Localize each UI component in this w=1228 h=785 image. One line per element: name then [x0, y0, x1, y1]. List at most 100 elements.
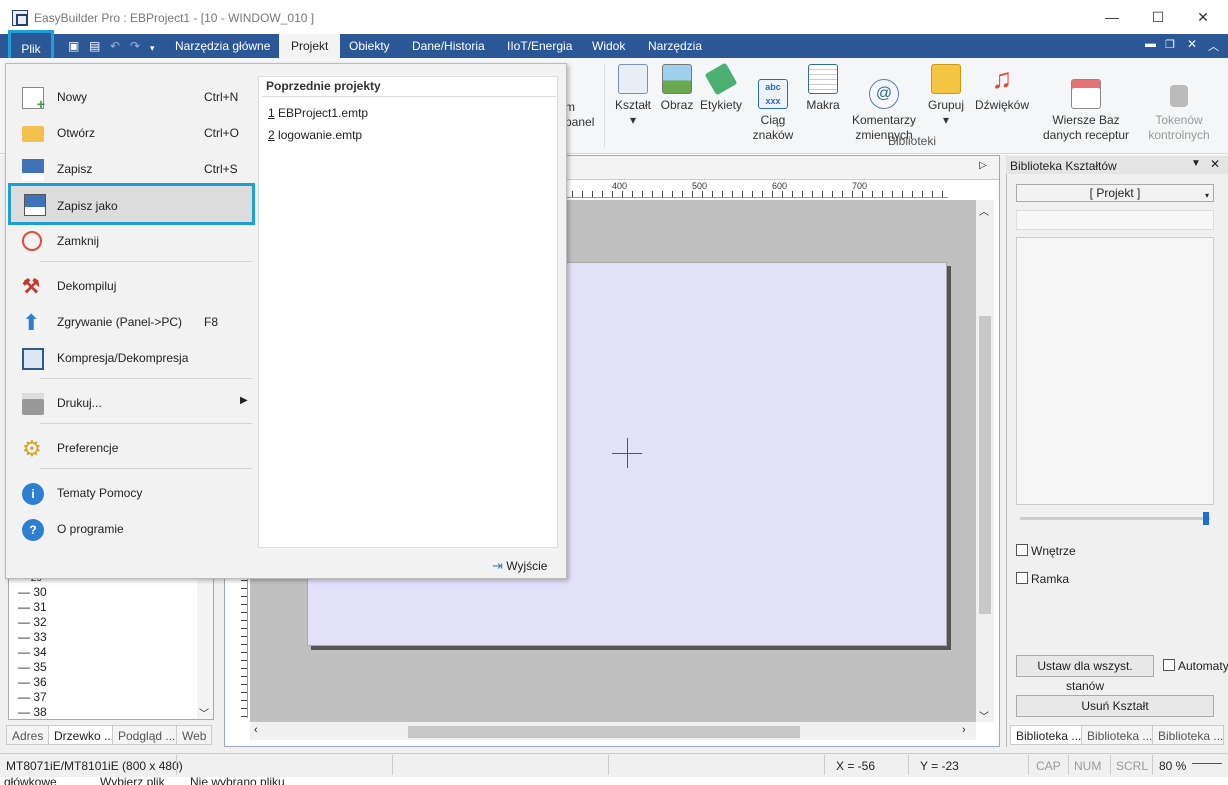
- menu-bar: Plik ▣ ▤ ↶ ↷ ▾ Narzędzia główne Projekt …: [0, 30, 1228, 62]
- scroll-right-icon[interactable]: ▷: [979, 160, 987, 171]
- menu-item-tematy-pomocy[interactable]: i Tematy Pomocy: [10, 476, 254, 510]
- menu-item-label: Zapisz jako: [57, 199, 118, 213]
- tree-scrollbar[interactable]: [197, 579, 213, 719]
- shape-list[interactable]: [1016, 237, 1214, 505]
- tab-widok[interactable]: Widok: [580, 34, 637, 58]
- menu-item-nowy[interactable]: + Nowy Ctrl+N: [10, 80, 254, 114]
- menu-item-drukuj[interactable]: Drukuj... ▶: [10, 386, 254, 420]
- menu-item-otworz[interactable]: Otwórz Ctrl+O: [10, 116, 254, 150]
- recent-project-item[interactable]: 1 EBProject1.emtp: [268, 106, 368, 120]
- slider-handle[interactable]: [1203, 512, 1209, 525]
- tree-row[interactable]: — 37: [18, 690, 47, 704]
- tab-obiekty[interactable]: Obiekty: [337, 34, 402, 58]
- tab-narzedzia-glowne[interactable]: Narzędzia główne: [163, 34, 282, 58]
- exit-button[interactable]: ⇥ Wyjście: [492, 558, 547, 574]
- ribbon-btn-ksztalt[interactable]: Kształt ▾: [612, 64, 654, 128]
- ribbon-btn-etykiety[interactable]: Etykiety: [700, 62, 742, 113]
- tree-row[interactable]: — 38: [18, 705, 47, 719]
- mdi-close-icon[interactable]: ✕: [1187, 37, 1197, 51]
- tab-biblioteka[interactable]: Biblioteka ...: [1081, 725, 1159, 745]
- menu-item-zgrywanie[interactable]: ⬆ Zgrywanie (Panel->PC) F8: [10, 305, 254, 339]
- printer-icon: [22, 393, 44, 415]
- remove-shape-button[interactable]: Usuń Kształt: [1016, 695, 1214, 717]
- tab-biblioteka[interactable]: Biblioteka ...: [1152, 725, 1224, 745]
- interior-checkbox[interactable]: [1016, 544, 1028, 556]
- recent-project-item[interactable]: 2 logowanie.emtp: [268, 128, 362, 142]
- minimize-button[interactable]: —: [1097, 6, 1127, 28]
- customize-toolbar-icon[interactable]: ▾: [150, 40, 155, 56]
- tree-row[interactable]: — 32: [18, 615, 47, 629]
- submenu-arrow-icon: ▶: [240, 395, 248, 406]
- tab-drzewko[interactable]: Drzewko ...: [48, 725, 121, 745]
- app-logo-icon: [12, 10, 28, 26]
- menu-item-shortcut: Ctrl+S: [204, 162, 238, 176]
- tree-row[interactable]: — 33: [18, 630, 47, 644]
- tab-web[interactable]: Web: [176, 725, 213, 745]
- panel-menu-icon[interactable]: ▼: [1191, 158, 1201, 169]
- tab-dane-historia[interactable]: Dane/Historia: [400, 34, 497, 58]
- redo-icon[interactable]: ↷: [130, 38, 140, 54]
- ribbon-label: Dźwięków: [974, 98, 1029, 112]
- tab-podglad[interactable]: Podgląd ...: [112, 725, 182, 745]
- tab-iiot-energia[interactable]: IIoT/Energia: [495, 34, 584, 58]
- menu-item-label: O programie: [57, 522, 124, 536]
- horizontal-scroll-thumb[interactable]: [408, 726, 800, 738]
- scroll-down-icon[interactable]: ﹀: [199, 705, 209, 720]
- ribbon-btn-obraz[interactable]: Obraz: [658, 64, 696, 113]
- ribbon-btn-grupuj[interactable]: Grupuj ▾: [926, 64, 966, 128]
- panel-close-icon[interactable]: ✕: [1210, 157, 1220, 171]
- menu-item-preferencje[interactable]: ⚙ Preferencje: [10, 431, 254, 465]
- mdi-restore-icon[interactable]: ❐: [1165, 38, 1175, 51]
- recent-divider: [262, 96, 556, 97]
- ribbon-collapse-icon[interactable]: ︿: [1208, 38, 1219, 54]
- ribbon-btn-wiersze-baz[interactable]: Wiersze Baz danych receptur: [1040, 64, 1132, 143]
- menu-item-label: Otwórz: [57, 126, 96, 140]
- ribbon-btn-dzwiekow[interactable]: ♫ Dźwięków: [974, 64, 1030, 113]
- ribbon-btn-ciag-znakow[interactable]: abc xxx Ciąg znaków: [750, 64, 796, 143]
- mdi-minimize-icon[interactable]: ▬: [1145, 38, 1156, 50]
- ribbon-btn-makra[interactable]: Makra: [804, 64, 842, 113]
- tree-row[interactable]: — 31: [18, 600, 47, 614]
- tree-row[interactable]: — 35: [18, 660, 47, 674]
- library-search-field[interactable]: [1016, 210, 1214, 230]
- menu-item-dekompiluj[interactable]: ⚒ Dekompiluj: [10, 269, 254, 303]
- size-slider[interactable]: [1020, 517, 1210, 520]
- tab-narzedzia[interactable]: Narzędzia: [636, 34, 714, 58]
- auto-checkbox[interactable]: [1163, 659, 1175, 671]
- tab-adres[interactable]: Adres: [6, 725, 50, 745]
- ribbon-btn-tokenow[interactable]: Tokenów kontrolnych: [1142, 64, 1216, 143]
- close-button[interactable]: ✕: [1188, 6, 1218, 28]
- scroll-right-icon[interactable]: ›: [962, 724, 966, 736]
- menu-item-kompresja[interactable]: Kompresja/Dekompresja: [10, 341, 254, 375]
- scroll-down-icon[interactable]: ﹀: [979, 708, 989, 723]
- menu-item-o-programie[interactable]: ? O programie: [10, 512, 254, 546]
- tree-row[interactable]: — 34: [18, 645, 47, 659]
- maximize-button[interactable]: ☐: [1143, 6, 1173, 28]
- library-select[interactable]: [ Projekt ]: [1016, 184, 1214, 202]
- save-quick-icon[interactable]: ▣: [68, 38, 79, 54]
- tab-projekt[interactable]: Projekt: [279, 34, 341, 58]
- menu-item-zapisz[interactable]: Zapisz Ctrl+S: [10, 152, 254, 186]
- frame-checkbox[interactable]: [1016, 572, 1028, 584]
- vertical-scroll-thumb[interactable]: [979, 316, 991, 614]
- interior-label: Wnętrze: [1031, 544, 1076, 558]
- undo-icon[interactable]: ↶: [110, 38, 120, 54]
- set-all-states-button[interactable]: Ustaw dla wszyst. stanów: [1016, 655, 1154, 693]
- background-text: główkowe: [4, 777, 57, 785]
- save-all-quick-icon[interactable]: ▤: [89, 38, 100, 54]
- scroll-up-icon[interactable]: ︿: [979, 203, 989, 218]
- window-title: EasyBuilder Pro : EBProject1 - [10 - WIN…: [34, 11, 315, 25]
- ribbon-label: Grupuj: [927, 98, 965, 112]
- chevron-down-icon[interactable]: ▾: [1205, 191, 1209, 200]
- ribbon-btn-komentarzy[interactable]: @ Komentarzy zmiennych: [848, 64, 920, 143]
- menu-item-shortcut: Ctrl+O: [204, 126, 240, 140]
- scroll-left-icon[interactable]: ‹: [254, 724, 258, 736]
- menu-item-zapisz-jako[interactable]: Zapisz jako: [8, 183, 255, 225]
- tree-tabs: Adres Drzewko ... Podgląd ... Web: [6, 725, 216, 745]
- tab-biblioteka[interactable]: Biblioteka ...: [1010, 725, 1088, 745]
- tree-row[interactable]: — 36: [18, 675, 47, 689]
- new-file-icon: +: [22, 87, 45, 111]
- zoom-slider[interactable]: [1192, 763, 1222, 764]
- tree-row[interactable]: — 30: [18, 585, 47, 599]
- menu-item-zamknij[interactable]: Zamknij: [10, 224, 254, 258]
